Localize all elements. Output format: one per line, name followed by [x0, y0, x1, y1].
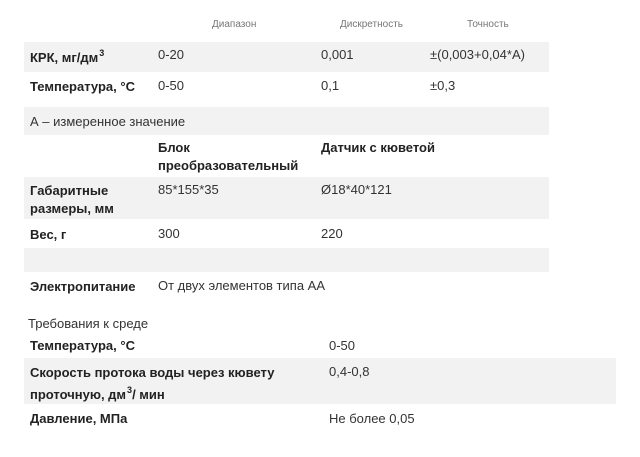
row-krk-range: 0-20 — [158, 47, 185, 62]
row-weight-sensor: 220 — [321, 226, 343, 241]
row-label-temperature: Температура, °С — [30, 79, 135, 94]
row-label-dimensions: Габаритные размеры, мм — [30, 183, 114, 216]
row-label-weight: Вес, г — [30, 227, 67, 242]
row-label-krk: КРК, мг/дм3 — [30, 48, 105, 65]
env-label-flow: Скорость протока воды через кювету прото… — [30, 365, 275, 402]
note-text: А – измеренное значение — [30, 114, 186, 129]
env-label-pressure: Давление, МПа — [30, 411, 128, 426]
environment-title: Требования к среде — [28, 316, 149, 331]
row-weight-block: 300 — [158, 226, 180, 241]
header-accuracy: Точность — [467, 19, 509, 30]
row-dimensions-block: 85*155*35 — [158, 182, 219, 197]
header-sensor: Датчик с кюветой — [321, 140, 435, 155]
row-temperature-accuracy: ±0,3 — [430, 78, 456, 93]
table-row-band-empty — [24, 248, 549, 272]
env-label-temperature: Температура, °С — [30, 338, 135, 353]
row-krk-discreteness: 0,001 — [321, 47, 354, 62]
row-temperature-range: 0-50 — [158, 78, 185, 93]
row-krk-accuracy: ±(0,003+0,04*A) — [430, 47, 525, 62]
row-power-value: От двух элементов типа АА — [158, 278, 326, 293]
env-pressure-value: Не более 0,05 — [329, 411, 415, 426]
header-block: Блок преобразовательный — [158, 140, 299, 173]
env-temperature-value: 0-50 — [329, 338, 356, 353]
header-range: Диапазон — [212, 19, 257, 30]
row-dimensions-sensor: Ø18*40*121 — [321, 182, 392, 197]
row-temperature-discreteness: 0,1 — [321, 78, 340, 93]
header-discreteness: Дискретность — [340, 19, 403, 30]
env-flow-value: 0,4-0,8 — [329, 364, 370, 379]
row-label-power: Электропитание — [30, 279, 136, 294]
